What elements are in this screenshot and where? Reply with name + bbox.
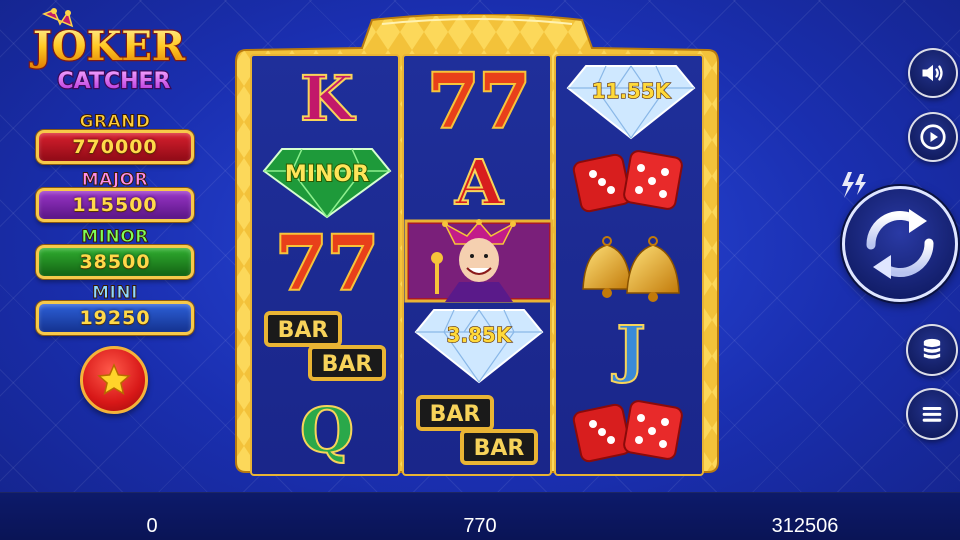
sevens-label: 77	[276, 221, 379, 307]
symbol-sevens: 77	[252, 219, 402, 309]
reel-1: K MINOR 77 BAR BAR Q	[250, 54, 400, 476]
jackpot-major-label: MAJOR	[81, 170, 149, 191]
bar-top-label: BAR	[430, 402, 481, 427]
gem-value-label: 11.55K	[592, 79, 672, 103]
bar-bottom-label: BAR	[322, 352, 373, 377]
symbol-joker	[404, 219, 554, 303]
logo-title-line1: JOKER	[30, 23, 186, 70]
jackpot-minor: MINOR 38500	[36, 227, 194, 281]
sevens-label: 77	[428, 59, 531, 145]
spin-button[interactable]	[842, 186, 958, 302]
symbol-dice	[556, 390, 706, 472]
symbol-bar: BAR BAR	[404, 390, 554, 472]
bet-value: 770	[463, 515, 497, 537]
balance-value: 312506	[771, 515, 839, 537]
symbol-bells	[556, 224, 706, 306]
jackpot-grand-label: GRAND	[79, 112, 151, 133]
jackpot-grand-value: 770000	[72, 136, 158, 158]
symbol-bar: BAR BAR	[252, 306, 402, 388]
jackpot-mini-label: MINI	[92, 283, 138, 304]
symbol-a: A	[454, 146, 504, 219]
bet-button[interactable]	[906, 324, 958, 376]
jackpot-minor-label: MINOR	[81, 227, 149, 248]
reel-3: 11.55K J	[554, 54, 704, 476]
favorite-button[interactable]	[80, 346, 148, 414]
speaker-icon	[922, 64, 943, 82]
symbol-dice	[556, 140, 706, 222]
game-logo: JOKER CATCHER	[14, 8, 204, 100]
gem-minor-label: MINOR	[285, 162, 369, 187]
symbol-q: Q	[299, 394, 355, 467]
jackpot-mini: MINI 19250	[36, 283, 194, 337]
symbol-gem-minor: MINOR	[252, 138, 402, 220]
symbol-gem-value: 3.85K	[404, 302, 554, 384]
jackpot-mini-value: 19250	[79, 307, 151, 329]
reels-area: K MINOR 77 BAR BAR Q 77 A 3.85K BAR BAR …	[232, 14, 722, 476]
sound-button[interactable]	[908, 48, 958, 98]
symbol-j: J	[615, 312, 646, 385]
gem-value-label: 3.85K	[447, 323, 513, 347]
win-value: 0	[146, 515, 158, 537]
reel-2: 77 A 3.85K BAR BAR	[402, 54, 554, 476]
jackpot-major-value: 115500	[72, 194, 158, 216]
bar-bottom-label: BAR	[474, 436, 525, 461]
jackpot-grand: GRAND 770000	[36, 112, 194, 166]
star-icon	[97, 363, 131, 396]
jackpot-minor-value: 38500	[79, 251, 151, 273]
coin-stack-icon	[923, 338, 941, 359]
play-circle-icon	[920, 124, 946, 150]
bar-top-label: BAR	[278, 318, 329, 343]
symbol-sevens: 77	[404, 57, 554, 147]
bottom-info-bar: 0 770 312506	[0, 492, 960, 540]
hamburger-menu-icon	[922, 407, 942, 422]
spin-arrows-icon	[866, 209, 934, 279]
symbol-gem-value: 11.55K	[556, 58, 706, 140]
symbol-k: K	[299, 62, 355, 135]
logo-title-line2: CATCHER	[58, 69, 171, 94]
jackpot-major: MAJOR 115500	[36, 170, 194, 224]
autoplay-button[interactable]	[908, 112, 958, 162]
menu-button[interactable]	[906, 388, 958, 440]
